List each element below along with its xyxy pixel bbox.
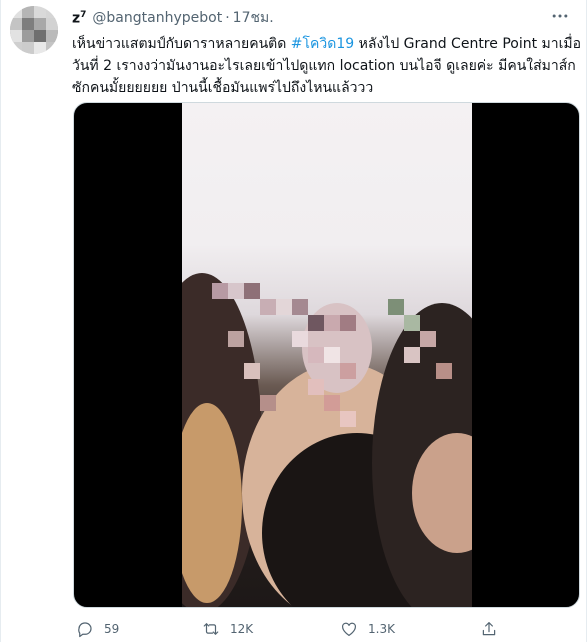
pixel-block [212,283,228,299]
more-button[interactable] [546,6,574,26]
retweet-count: 12K [230,622,254,636]
pixel-block [292,331,308,347]
tweet-text-segment: เห็นข่าวแสตมป์กับดาราหลายคนติด [72,36,291,52]
handle[interactable]: @bangtanhypebot [92,10,222,26]
pixel-block [308,379,324,395]
pixel-block [420,331,436,347]
share-button[interactable] [480,619,498,639]
video-player[interactable] [73,102,580,608]
pixel-block [388,299,404,315]
pixel-block [436,363,452,379]
avatar[interactable] [10,6,58,54]
tweet-text-line-2: วันที่ 2 เรางงว่ามันงานอะไรเลยเข้าไปดูแท… [72,58,576,74]
retweet-icon [203,623,219,635]
divider-left [0,0,1,642]
tweet-text: เห็นข่าวแสตมป์กับดาราหลายคนติด #โควิด19 … [72,33,581,99]
pixel-block [404,315,420,331]
pixel-block [324,347,340,363]
pixel-block [244,283,260,299]
share-icon [482,622,496,636]
pixel-block [260,299,276,315]
separator-dot: · [225,10,230,26]
timestamp[interactable]: 17ชม. [233,7,274,29]
pixel-block [276,299,292,315]
reply-icon [78,622,92,638]
like-button[interactable]: 1.3K [340,619,395,639]
more-icon [552,14,568,18]
name-superscript: 7 [80,9,87,20]
pixel-block [228,283,244,299]
hashtag-link[interactable]: #โควิด19 [291,36,354,52]
retweet-button[interactable]: 12K [202,619,253,639]
pixel-block [228,331,244,347]
tweet-card[interactable]: z7 @bangtanhypebot · 17ชม. เห็นข่าวแสตมป… [0,0,587,642]
pixel-block [260,395,276,411]
pixel-block [308,347,324,363]
like-count: 1.3K [368,622,395,636]
video-frame [182,103,472,607]
pixel-block [324,395,340,411]
tweet-text-segment: หลังไป Grand Centre Point มาเมื่อ [354,36,582,52]
tweet-header: z7 @bangtanhypebot · 17ชม. [72,8,274,28]
display-name[interactable]: z7 [72,10,86,27]
action-bar: 59 12K 1.3K [72,619,576,639]
pixel-block [308,315,324,331]
tweet-text-line-1: เห็นข่าวแสตมป์กับดาราหลายคนติด #โควิด19 … [72,33,581,55]
pixel-block [244,363,260,379]
pixel-block [340,363,356,379]
reply-button[interactable]: 59 [76,619,119,639]
pixel-block [340,315,356,331]
pixel-block [324,315,340,331]
tweet-text-line-3: ซักคนมั้ยยยยยย ป่านนี้เชื้อมันแพร่ไปถึงไ… [72,80,374,96]
pixel-block [404,347,420,363]
reply-count: 59 [104,622,120,636]
pixel-block [340,411,356,427]
pixel-block [292,299,308,315]
heart-icon [342,622,356,636]
